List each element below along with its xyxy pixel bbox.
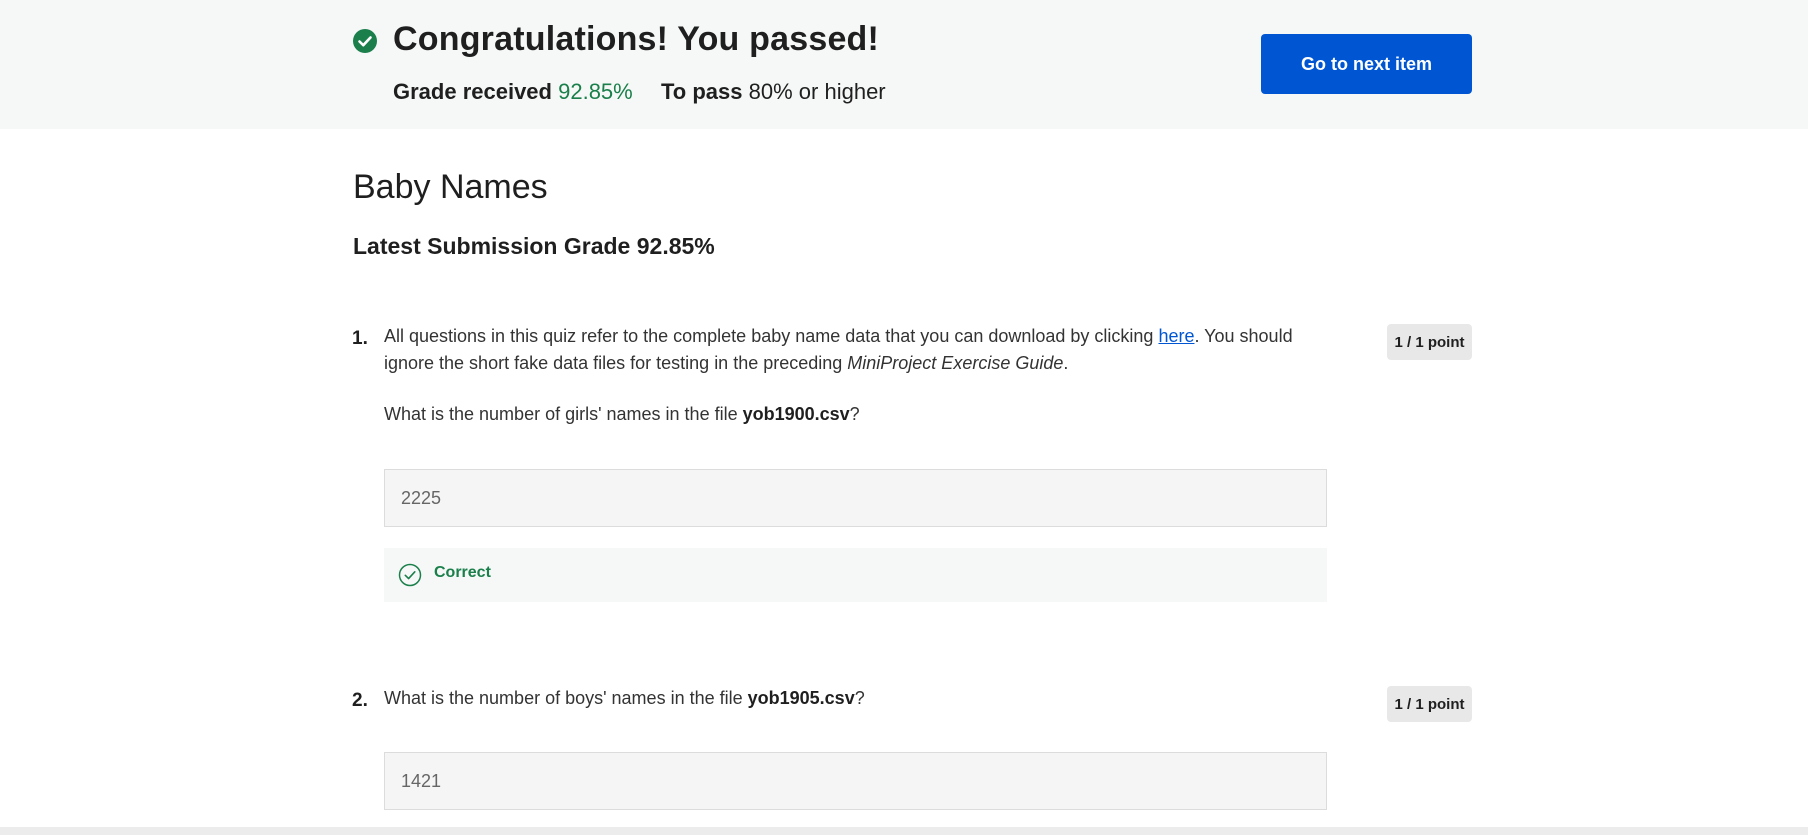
check-circle-icon [353,29,377,53]
question-number: 1. [352,328,368,349]
to-pass-value: 80% [748,79,793,104]
download-data-link[interactable]: here [1158,326,1194,346]
grade-received-value: 92.85% [558,79,633,104]
passed-banner: Congratulations! You passed! Grade recei… [0,0,1808,129]
check-circle-outline-icon [398,563,422,587]
points-badge: 1 / 1 point [1387,324,1472,360]
page-bottom-divider [0,827,1808,835]
question-1-intro-text: All questions in this quiz refer to the … [384,326,1159,346]
question-2-filename: yob1905.csv [747,688,855,708]
correct-feedback: Correct [384,548,1327,602]
answer-field[interactable]: 1421 [384,752,1327,810]
points-badge: 1 / 1 point [1387,686,1472,722]
to-pass-label: To pass [660,79,743,104]
question-1-prompt: What is the number of girls' names in th… [384,401,1324,428]
question-1-prompt-end: ? [849,404,860,424]
answer-field[interactable]: 2225 [384,469,1327,527]
question-2-prompt-text: What is the number of boys' names in the… [384,688,748,708]
go-to-next-item-button[interactable]: Go to next item [1261,34,1472,94]
question-1-filename: yob1900.csv [742,404,850,424]
passed-title: Congratulations! You passed! [393,20,880,58]
exercise-guide-title: MiniProject Exercise Guide [847,353,1064,373]
latest-submission-grade: Latest Submission Grade 92.85% [353,233,715,259]
question-number: 2. [352,690,368,711]
feedback-label: Correct [434,564,491,581]
quiz-title: Baby Names [353,168,548,206]
grade-summary: Grade received 92.85% To pass 80% or hig… [393,79,886,105]
question-1-intro-end: . [1063,353,1069,373]
question-1-prompt-text: What is the number of girls' names in th… [384,404,743,424]
question-2-prompt: What is the number of boys' names in the… [384,685,1324,712]
to-pass-suffix: or higher [798,79,886,104]
question-1-intro: All questions in this quiz refer to the … [384,323,1324,377]
question-2-prompt-end: ? [854,688,865,708]
grade-received-label: Grade received [393,79,552,104]
